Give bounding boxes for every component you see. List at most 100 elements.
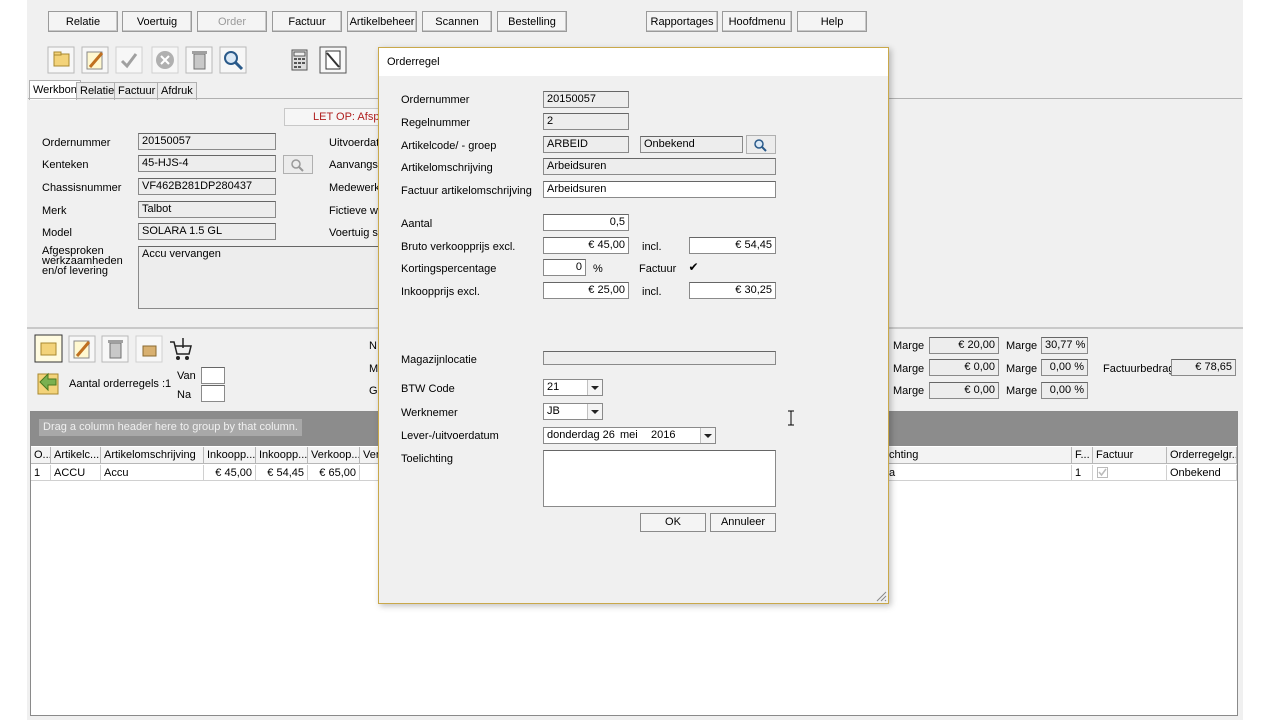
menu-factuur-button[interactable]: Factuur <box>272 11 342 32</box>
cancel-icon[interactable] <box>150 45 180 75</box>
menu-hoofdmenu-button[interactable]: Hoofdmenu <box>722 11 792 32</box>
check-icon[interactable] <box>114 45 144 75</box>
column-header[interactable]: F... <box>1072 447 1093 464</box>
column-header[interactable]: Verkoop... <box>308 447 360 464</box>
menu-order-button[interactable]: Order <box>197 11 267 32</box>
afgesproken-field[interactable]: Accu vervangen <box>138 246 382 309</box>
d-werknemer-value: JB <box>547 405 560 417</box>
column-header[interactable]: Inkoopp... <box>256 447 308 464</box>
van-field[interactable] <box>201 367 225 384</box>
marge-label: Marge <box>893 363 925 375</box>
table-cell[interactable]: ACCU <box>51 465 101 481</box>
table-cell[interactable]: Accu <box>101 465 204 481</box>
d-btw-label: BTW Code <box>401 383 455 395</box>
column-header[interactable]: Ver <box>360 447 380 464</box>
marge-label: Marge <box>893 385 925 397</box>
d-inkoop-excl-field[interactable]: € 25,00 <box>543 282 629 299</box>
delete-icon[interactable] <box>184 45 214 75</box>
menu-relatie-button[interactable]: Relatie <box>48 11 118 32</box>
resize-grip-icon[interactable] <box>875 590 887 602</box>
menu-artikelbeheer-button[interactable]: Artikelbeheer <box>347 11 417 32</box>
d-artikelcode-field[interactable]: ARBEID <box>543 136 629 153</box>
d-datum-year[interactable]: 2016 <box>651 428 675 443</box>
edit-icon[interactable] <box>80 45 110 75</box>
kenteken-search-icon[interactable] <box>283 155 313 174</box>
d-groep-field[interactable]: Onbekend <box>640 136 743 153</box>
calculator-icon[interactable] <box>284 45 314 75</box>
d-factuur-checkbox[interactable]: ✔ <box>687 261 700 274</box>
package-icon[interactable] <box>134 334 164 364</box>
merk-field[interactable]: Talbot <box>138 201 276 218</box>
model-field[interactable]: SOLARA 1.5 GL <box>138 223 276 240</box>
d-inkoop-incl-field[interactable]: € 30,25 <box>689 282 776 299</box>
table-cell[interactable]: 1 <box>31 465 51 481</box>
table-cell[interactable]: a <box>886 465 1072 481</box>
menu-rapportages-button[interactable]: Rapportages <box>646 11 718 32</box>
menu-bestelling-button[interactable]: Bestelling <box>497 11 567 32</box>
d-bruto-excl-field[interactable]: € 45,00 <box>543 237 629 254</box>
column-header[interactable]: Orderregelgr... <box>1167 447 1237 464</box>
orderregel-dialog[interactable]: Orderregel Ordernummer 20150057 Regelnum… <box>378 47 889 604</box>
column-header[interactable]: Factuur <box>1093 447 1167 464</box>
d-korting-field[interactable]: 0 <box>543 259 586 276</box>
d-datum-month[interactable]: mei <box>620 428 638 443</box>
chassis-field[interactable]: VF462B281DP280437 <box>138 178 276 195</box>
d-toelichting-field[interactable] <box>543 450 776 507</box>
voertuig-label: Voertuig sp <box>329 227 385 239</box>
marge-eur-field: € 0,00 <box>929 382 999 399</box>
marge-pct-field: 0,00 % <box>1041 359 1088 376</box>
column-header[interactable]: Artikelomschrijving <box>101 447 204 464</box>
column-header[interactable]: O... <box>31 447 51 464</box>
kenteken-label: Kenteken <box>42 159 89 171</box>
column-header[interactable]: chting <box>886 447 1072 464</box>
delete-line-icon[interactable] <box>100 334 130 364</box>
d-inkoop-label: Inkoopprijs excl. <box>401 286 480 298</box>
na-field[interactable] <box>201 385 225 402</box>
chevron-down-icon[interactable] <box>700 428 715 443</box>
checkbox-icon[interactable] <box>1097 467 1109 479</box>
d-korting-label: Kortingspercentage <box>401 263 497 275</box>
d-btw-select[interactable]: 21 <box>543 379 603 396</box>
column-header[interactable]: Inkoopp... <box>204 447 256 464</box>
d-werknemer-select[interactable]: JB <box>543 403 603 420</box>
dialog-titlebar[interactable]: Orderregel <box>379 48 888 76</box>
d-datum-picker[interactable]: donderdag 26 mei 2016 <box>543 427 716 444</box>
note-icon[interactable] <box>318 45 348 75</box>
menu-help-button[interactable]: Help <box>797 11 867 32</box>
d-factuur-omschr-field[interactable]: Arbeidsuren <box>543 181 776 198</box>
artikel-search-icon[interactable] <box>746 135 776 154</box>
d-factuur-omschr-label: Factuur artikelomschrijving <box>401 185 532 197</box>
factuurbedrag-field: € 78,65 <box>1171 359 1236 376</box>
table-cell[interactable]: € 54,45 <box>256 465 308 481</box>
text-cursor-icon <box>787 410 795 426</box>
column-header[interactable]: Artikelc... <box>51 447 101 464</box>
edit-line-icon[interactable] <box>67 334 97 364</box>
d-bruto-incl-field[interactable]: € 54,45 <box>689 237 776 254</box>
model-label: Model <box>42 227 72 239</box>
d-aantal-field[interactable]: 0,5 <box>543 214 629 231</box>
factuur-checkbox-cell[interactable] <box>1093 465 1167 481</box>
d-datum-day[interactable]: donderdag 26 <box>547 429 615 441</box>
table-cell[interactable]: Onbekend <box>1167 465 1237 481</box>
cart-icon[interactable] <box>166 334 196 364</box>
ordernummer-field[interactable]: 20150057 <box>138 133 276 150</box>
menu-scannen-button[interactable]: Scannen <box>422 11 492 32</box>
search-icon[interactable] <box>218 45 248 75</box>
table-cell[interactable]: € 65,00 <box>308 465 360 481</box>
d-ordernummer-field: 20150057 <box>543 91 629 108</box>
annuleer-button[interactable]: Annuleer <box>710 513 776 532</box>
table-cell[interactable]: € 45,00 <box>204 465 256 481</box>
new-icon[interactable] <box>46 45 76 75</box>
tab-werkbon[interactable]: Werkbon <box>29 80 81 100</box>
chevron-down-icon[interactable] <box>587 380 602 395</box>
new-line-icon[interactable] <box>34 334 64 364</box>
chevron-down-icon[interactable] <box>587 404 602 419</box>
table-cell[interactable]: 1 <box>1072 465 1093 481</box>
ok-button[interactable]: OK <box>640 513 706 532</box>
marge-pct-label: Marge <box>1006 363 1038 375</box>
kenteken-field[interactable]: 45-HJS-4 <box>138 155 276 172</box>
table-cell[interactable] <box>360 465 380 481</box>
menu-voertuig-button[interactable]: Voertuig <box>122 11 192 32</box>
order-lines-icon[interactable] <box>34 368 64 398</box>
d-magazijn-field[interactable] <box>543 351 776 365</box>
